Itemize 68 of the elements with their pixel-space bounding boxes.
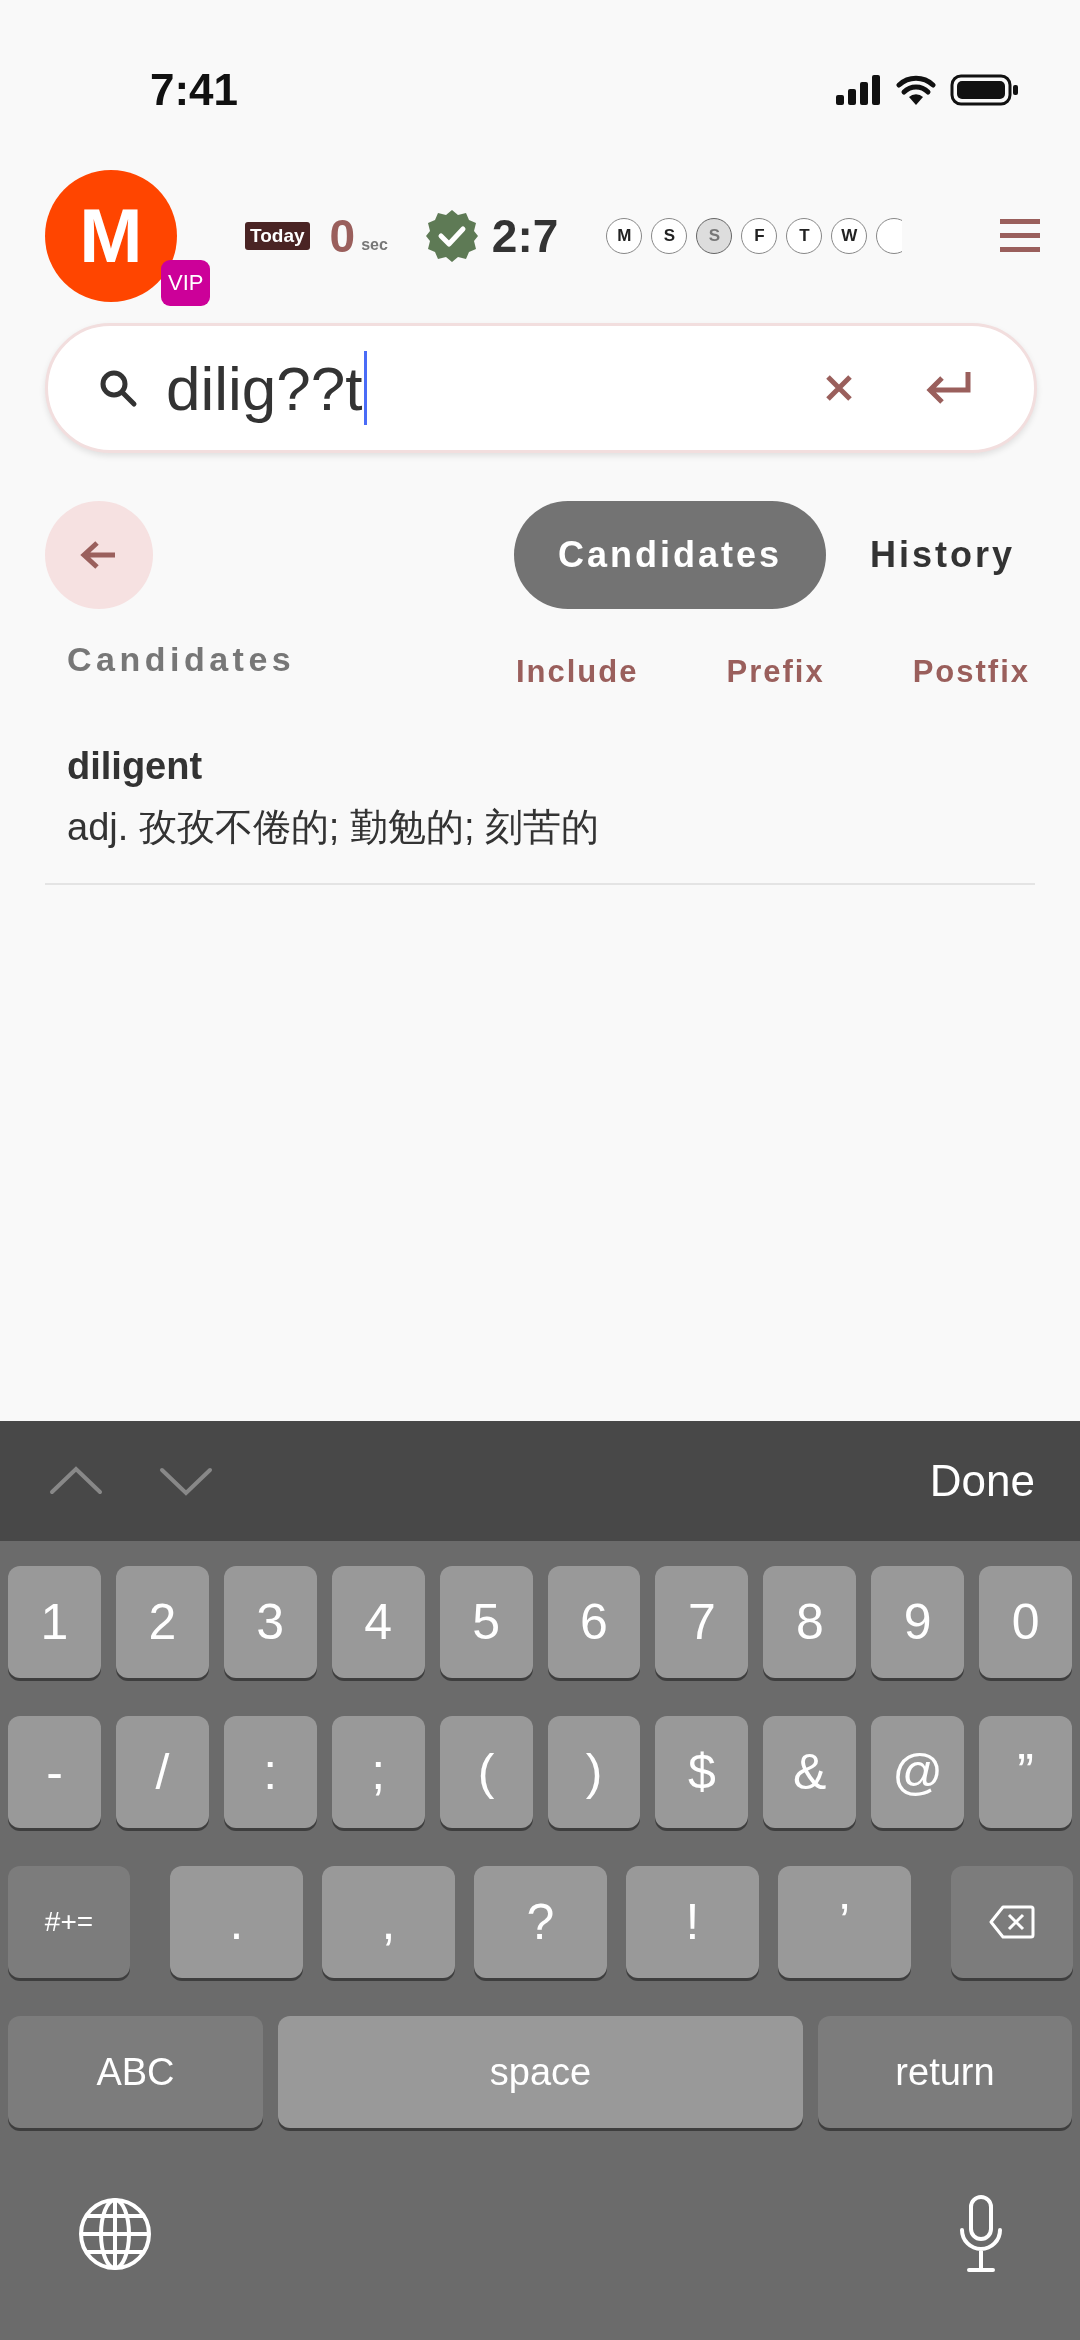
keyboard-key[interactable]: 3: [223, 1566, 317, 1678]
result-item[interactable]: diligent adj. 孜孜不倦的; 勤勉的; 刻苦的: [45, 745, 1035, 885]
keyboard-key[interactable]: ?: [474, 1866, 607, 1978]
day-badge: S: [696, 217, 733, 254]
enter-icon[interactable]: [924, 370, 972, 406]
search-field[interactable]: dilig??t: [45, 323, 1037, 453]
keyboard-key[interactable]: .: [170, 1866, 303, 1978]
keyboard-key[interactable]: 8: [763, 1566, 857, 1678]
keyboard-key[interactable]: $: [655, 1716, 749, 1828]
return-key[interactable]: return: [818, 2016, 1072, 2128]
vip-badge: VIP: [161, 260, 211, 306]
keyboard-key[interactable]: (: [439, 1716, 533, 1828]
battery-icon: [950, 74, 1020, 106]
keyboard-key[interactable]: 2: [115, 1566, 209, 1678]
delete-key[interactable]: [951, 1866, 1073, 1978]
keyboard-key[interactable]: /: [115, 1716, 209, 1828]
status-time: 7:41: [150, 65, 240, 115]
space-key[interactable]: space: [278, 2016, 803, 2128]
filter-link[interactable]: Include: [515, 654, 639, 690]
done-button[interactable]: Done: [929, 1456, 1035, 1506]
down-chevron-icon[interactable]: [158, 1466, 214, 1496]
today-count: 0: [329, 208, 356, 263]
keyboard-key[interactable]: 5: [439, 1566, 533, 1678]
today-label: Today: [245, 221, 310, 250]
day-badge: W: [831, 217, 868, 254]
time-unit: sec: [361, 235, 388, 254]
keyboard-key[interactable]: -: [8, 1716, 101, 1828]
section-title: Candidates: [67, 640, 296, 679]
close-icon[interactable]: [824, 373, 854, 403]
keyboard-key[interactable]: 6: [547, 1566, 641, 1678]
menu-icon[interactable]: [1000, 218, 1040, 253]
filter-link[interactable]: Prefix: [726, 654, 825, 690]
keyboard-key[interactable]: 7: [655, 1566, 749, 1678]
search-icon: [98, 368, 138, 408]
keyboard-key[interactable]: 9: [871, 1566, 965, 1678]
keyboard-key[interactable]: :: [223, 1716, 317, 1828]
keyboard-key[interactable]: 0: [979, 1566, 1073, 1678]
day-badge: S: [651, 217, 688, 254]
keyboard-key[interactable]: &: [763, 1716, 857, 1828]
tab[interactable]: Candidates: [513, 501, 826, 609]
keyboard-key[interactable]: 4: [331, 1566, 425, 1678]
keyboard-key[interactable]: @: [871, 1716, 965, 1828]
keyboard-key[interactable]: ): [547, 1716, 641, 1828]
filter-link[interactable]: Postfix: [912, 654, 1030, 690]
keyboard-key[interactable]: ,: [322, 1866, 455, 1978]
keyboard-key[interactable]: !: [626, 1866, 759, 1978]
microphone-icon[interactable]: [959, 2194, 1003, 2274]
keyboard-key[interactable]: ”: [979, 1716, 1073, 1828]
keyboard-key[interactable]: ABC: [8, 2016, 263, 2128]
day-badge: T: [786, 217, 823, 254]
signal-icon: [836, 75, 882, 105]
wifi-icon: [896, 75, 936, 105]
score: 2:7: [491, 208, 559, 263]
check-badge-icon: [423, 207, 480, 264]
tab[interactable]: History: [825, 501, 1035, 609]
day-badge: [876, 217, 903, 254]
day-badge: M: [606, 217, 643, 254]
keyboard-key[interactable]: ’: [778, 1866, 911, 1978]
keyboard-key[interactable]: ;: [331, 1716, 425, 1828]
day-badge: F: [741, 217, 778, 254]
keyboard-key[interactable]: 1: [8, 1566, 101, 1678]
result-definition: adj. 孜孜不倦的; 勤勉的; 刻苦的: [67, 805, 601, 850]
search-query: dilig??t: [166, 352, 363, 424]
backspace-icon: [989, 1905, 1035, 1939]
result-word: diligent: [67, 745, 204, 788]
keyboard-key[interactable]: #+=: [8, 1866, 130, 1978]
up-chevron-icon[interactable]: [48, 1466, 104, 1496]
globe-icon[interactable]: [77, 2196, 153, 2272]
